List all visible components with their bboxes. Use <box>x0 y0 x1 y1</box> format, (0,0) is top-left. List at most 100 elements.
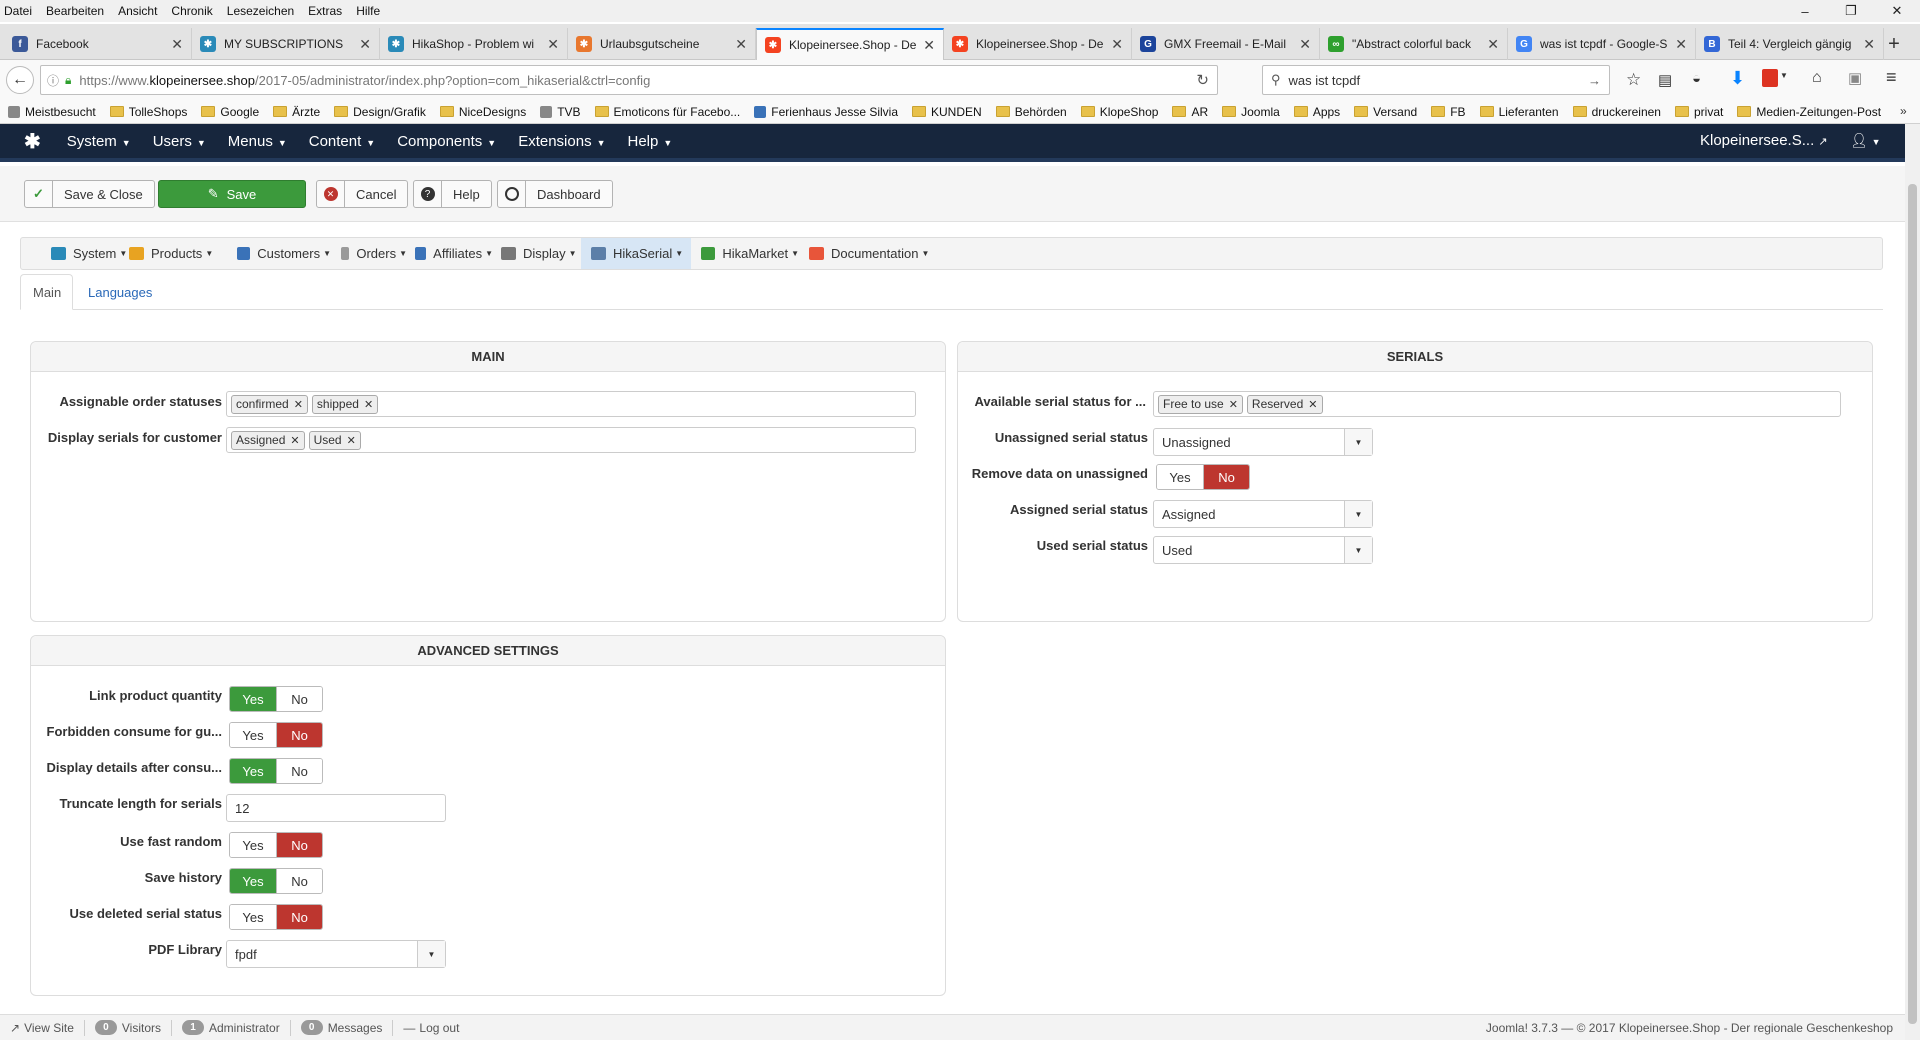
bookmark-item[interactable]: Emoticons für Facebo... <box>594 105 740 119</box>
bookmark-item[interactable]: AR <box>1172 105 1208 119</box>
bookmark-item[interactable]: TVB <box>540 105 581 119</box>
save-button[interactable]: ✎ Save <box>158 180 306 208</box>
joomla-menu-system[interactable]: System ▼ <box>67 133 131 150</box>
hika-menu-customers[interactable]: Customers ▼ <box>227 238 331 269</box>
hika-menu-hikaserial[interactable]: HikaSerial ▼ <box>581 238 691 269</box>
close-tab-icon[interactable]: ✕ <box>171 36 183 53</box>
available-status-input[interactable]: Free to use ✕ Reserved ✕ <box>1153 391 1841 417</box>
remove-tag-icon[interactable]: ✕ <box>1229 398 1238 411</box>
tab-main[interactable]: Main <box>20 274 73 310</box>
fast-random-toggle[interactable]: Yes No <box>229 832 323 858</box>
hika-menu-display[interactable]: Display ▼ <box>491 238 581 269</box>
restore-button[interactable]: ❐ <box>1828 0 1874 22</box>
pdf-library-select[interactable]: fpdf ▼ <box>226 940 446 968</box>
url-bar[interactable]: ⓘ 🔒︎ https://www. klopeinersee.shop/2017-… <box>40 65 1218 95</box>
search-input[interactable]: ⚲ was ist tcpdf → <box>1262 65 1610 95</box>
yes-option[interactable]: Yes <box>230 833 276 857</box>
reload-icon[interactable]: ↻ <box>1196 71 1209 89</box>
visitors-status[interactable]: 0 Visitors <box>85 1019 172 1036</box>
bookmarks-overflow-icon[interactable]: » <box>1900 104 1907 118</box>
link-qty-toggle[interactable]: Yes No <box>229 686 323 712</box>
bookmark-item[interactable]: Behörden <box>995 105 1067 119</box>
joomla-logo-icon[interactable]: ✱ <box>24 129 41 154</box>
bookmark-item[interactable]: KUNDEN <box>912 105 982 119</box>
view-site-link[interactable]: ↗ View Site <box>0 1019 85 1036</box>
flash-icon[interactable] <box>1762 69 1778 87</box>
new-tab-button[interactable]: + <box>1876 28 1912 60</box>
hika-menu-hikamarket[interactable]: HikaMarket ▼ <box>691 238 799 269</box>
pocket-icon[interactable]: ◒ <box>1692 70 1701 87</box>
browser-tab[interactable]: f Facebook ✕ <box>4 28 192 60</box>
browser-tab[interactable]: ✱ Klopeinersee.Shop - De ✕ <box>756 28 944 60</box>
flash-dropdown-icon[interactable]: ▼ <box>1780 71 1788 80</box>
close-tab-icon[interactable]: ✕ <box>923 37 935 54</box>
back-icon[interactable]: ← <box>6 66 34 94</box>
yes-option[interactable]: Yes <box>230 759 276 783</box>
browser-tab[interactable]: ✱ Klopeinersee.Shop - De ✕ <box>944 28 1132 60</box>
cancel-button[interactable]: ✕ Cancel <box>316 180 409 208</box>
hamburger-menu-icon[interactable]: ≡ <box>1886 67 1897 88</box>
hika-menu-system[interactable]: System ▼ <box>41 238 131 269</box>
hika-menu-documentation[interactable]: Documentation ▼ <box>799 238 933 269</box>
joomla-menu-components[interactable]: Components ▼ <box>397 133 496 150</box>
administrator-status[interactable]: 1 Administrator <box>172 1019 291 1036</box>
no-option[interactable]: No <box>276 833 322 857</box>
no-option[interactable]: No <box>276 723 322 747</box>
scrollbar-thumb[interactable] <box>1908 184 1917 1024</box>
bookmark-item[interactable]: druckereinen <box>1572 105 1661 119</box>
menu-bearbeiten[interactable]: Bearbeiten <box>46 4 104 18</box>
bookmark-item[interactable]: NiceDesigns <box>439 105 526 119</box>
tab-languages[interactable]: Languages <box>76 274 164 310</box>
assignable-statuses-input[interactable]: confirmed ✕ shipped ✕ <box>226 391 916 417</box>
yes-option[interactable]: Yes <box>230 723 276 747</box>
yes-option[interactable]: Yes <box>230 905 276 929</box>
no-option[interactable]: No <box>276 687 322 711</box>
site-link[interactable]: Klopeinersee.S... ↗ <box>1700 132 1828 149</box>
bookmark-item[interactable]: Joomla <box>1222 105 1280 119</box>
no-option[interactable]: No <box>276 869 322 893</box>
minimize-button[interactable]: – <box>1782 0 1828 22</box>
bookmark-item[interactable]: KlopeShop <box>1080 105 1158 119</box>
browser-tab[interactable]: G GMX Freemail - E-Mail ✕ <box>1132 28 1320 60</box>
logout-link[interactable]: — Log out <box>393 1020 469 1036</box>
no-option[interactable]: No <box>1203 465 1249 489</box>
display-serials-input[interactable]: Assigned ✕ Used ✕ <box>226 427 916 453</box>
close-tab-icon[interactable]: ✕ <box>1111 36 1123 53</box>
messages-status[interactable]: 0 Messages <box>291 1019 394 1036</box>
display-details-toggle[interactable]: Yes No <box>229 758 323 784</box>
dashboard-button[interactable]: Dashboard <box>497 180 613 208</box>
browser-tab[interactable]: ∞ "Abstract colorful back ✕ <box>1320 28 1508 60</box>
assigned-status-select[interactable]: Assigned ▼ <box>1153 500 1373 528</box>
menu-ansicht[interactable]: Ansicht <box>118 4 157 18</box>
info-icon[interactable]: ⓘ <box>47 72 59 89</box>
bookmark-item[interactable]: privat <box>1674 105 1723 119</box>
help-button[interactable]: ? Help <box>413 180 492 208</box>
forbidden-consume-toggle[interactable]: Yes No <box>229 722 323 748</box>
remove-tag-icon[interactable]: ✕ <box>364 398 373 411</box>
close-tab-icon[interactable]: ✕ <box>359 36 371 53</box>
close-tab-icon[interactable]: ✕ <box>1863 36 1875 53</box>
yes-option[interactable]: Yes <box>1157 465 1203 489</box>
hika-menu-orders[interactable]: Orders ▼ <box>331 238 407 269</box>
extension-icon[interactable]: ▣ <box>1848 69 1862 87</box>
bookmark-item[interactable]: Versand <box>1354 105 1417 119</box>
reader-list-icon[interactable]: ▤ <box>1658 71 1672 89</box>
close-tab-icon[interactable]: ✕ <box>547 36 559 53</box>
close-tab-icon[interactable]: ✕ <box>735 36 747 53</box>
joomla-menu-menus[interactable]: Menus ▼ <box>228 133 287 150</box>
bookmark-item[interactable]: TolleShops <box>109 105 187 119</box>
browser-tab[interactable]: B Teil 4: Vergleich gängig ✕ <box>1696 28 1884 60</box>
bookmark-item[interactable]: Design/Grafik <box>334 105 426 119</box>
no-option[interactable]: No <box>276 759 322 783</box>
bookmark-item[interactable]: Medien-Zeitungen-Post <box>1737 105 1881 119</box>
bookmark-item[interactable]: Apps <box>1293 105 1340 119</box>
home-icon[interactable]: ⌂ <box>1812 69 1822 87</box>
bookmark-item[interactable]: Meistbesucht <box>8 105 96 119</box>
menu-hilfe[interactable]: Hilfe <box>356 4 380 18</box>
no-option[interactable]: No <box>276 905 322 929</box>
joomla-menu-content[interactable]: Content ▼ <box>309 133 375 150</box>
close-tab-icon[interactable]: ✕ <box>1299 36 1311 53</box>
user-menu-icon[interactable]: 👤︎ ▼ <box>1850 132 1881 149</box>
save-close-button[interactable]: ✓ Save & Close <box>24 180 155 208</box>
browser-tab[interactable]: Gwas ist tcpdf - Google-S ✕ <box>1508 28 1696 60</box>
